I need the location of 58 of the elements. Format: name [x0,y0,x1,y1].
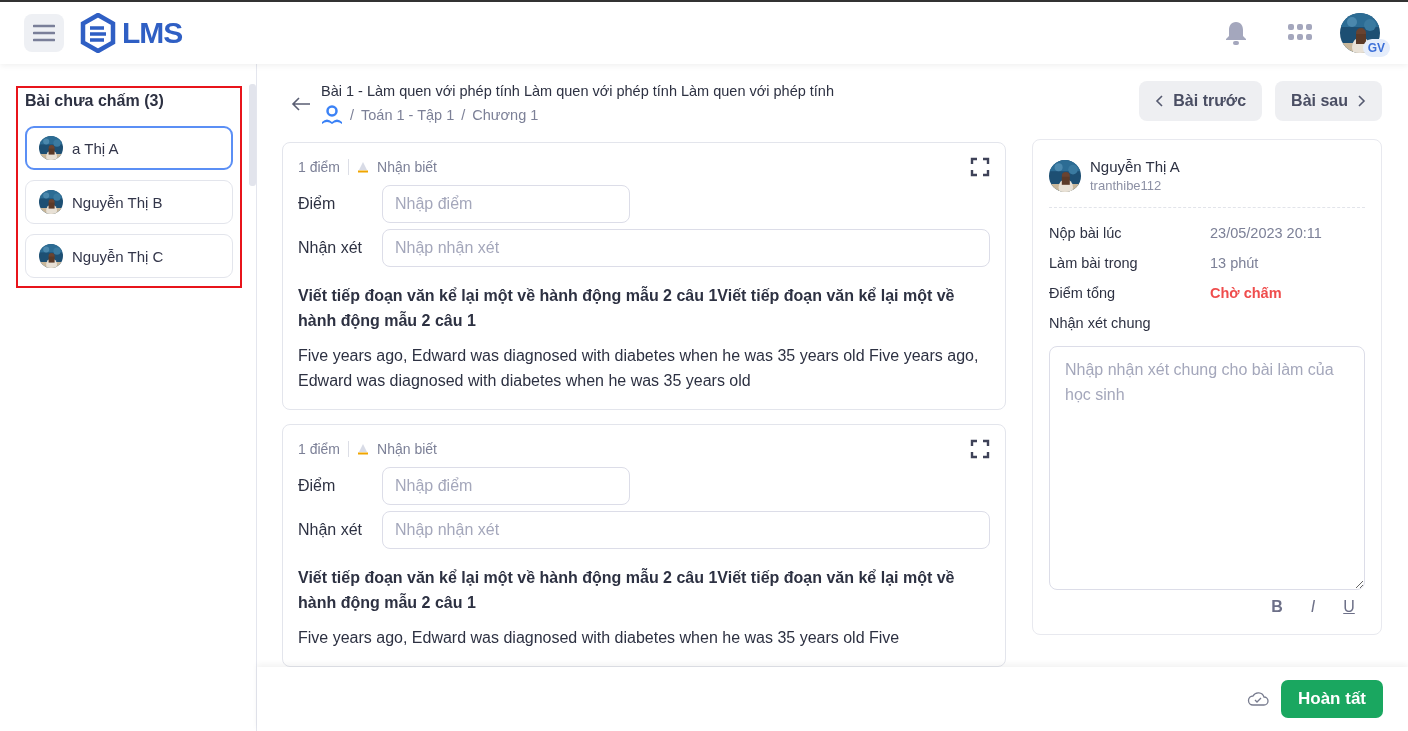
score-input[interactable]: Nhập điểm [382,467,630,505]
comment-input[interactable]: Nhập nhận xét [382,229,990,267]
chevron-left-icon [1155,94,1166,108]
role-badge: GV [1362,39,1390,57]
cloud-check-icon [1247,691,1269,707]
breadcrumb-separator: / [350,107,355,123]
menu-button[interactable] [24,14,64,52]
level-label: Nhận biết [377,441,437,457]
detail-label: Làm bài trong [1049,255,1139,271]
general-comment-input[interactable]: Nhập nhận xét chung cho bài làm của học sinh [1049,346,1365,590]
breadcrumb-separator: / [461,107,466,123]
logo-icon [80,13,116,53]
comment-label: Nhận xét [298,521,364,539]
finish-button[interactable]: Hoàn tất [1281,680,1383,718]
score-label: Điểm [298,477,337,495]
next-button[interactable]: Bài sau [1275,81,1382,121]
student-name: Nguyễn Thị A [1090,158,1180,175]
fullscreen-icon[interactable] [970,157,990,177]
comment-label: Nhận xét [298,239,364,257]
comment-input[interactable]: Nhập nhận xét [382,511,990,549]
detail-label: Điểm tổng [1049,285,1117,301]
bell-icon[interactable] [1224,20,1248,46]
format-button[interactable]: I [1301,596,1325,618]
score-input[interactable]: Nhập điểm [382,185,630,223]
apps-grid-icon[interactable] [1288,24,1312,42]
breadcrumb-item[interactable]: Toán 1 - Tập 1 [361,107,455,123]
logo-text: LMS [122,16,183,50]
student-item[interactable]: Nguyễn Thị C [25,234,233,278]
question-text: Viết tiếp đoạn văn kể lại một về hành động mẫu 2 câu 1Viết tiếp đoạn văn kể lại một về hành động mẫu 2 câu 1 [298,567,956,613]
student-item[interactable]: Nguyễn Thị B [25,180,233,224]
sidebar-title: Bài chưa chấm (3) [25,92,165,110]
answer-text: Five years ago, Edward was diagnosed with diabetes when he was 35 years old Five years ago, Edward was diagnosed with diabetes when he was 35 years old [298,346,980,391]
detail-value: Chờ chấm [1210,285,1282,301]
format-button[interactable]: U [1337,596,1361,618]
detail-label: Nộp bài lúc [1049,225,1123,241]
points-label: 1 điểm [298,159,341,175]
student-item[interactable]: a Thị A [25,126,233,170]
level-icon [357,161,370,173]
teacher-icon [321,105,343,125]
detail-value: 23/05/2023 20:11 [1210,225,1322,241]
back-arrow-icon[interactable] [291,96,311,112]
question-text: Viết tiếp đoạn văn kể lại một về hành động mẫu 2 câu 1Viết tiếp đoạn văn kể lại một về hành động mẫu 2 câu 1 [298,285,956,331]
format-button[interactable]: B [1265,596,1289,618]
points-label: 1 điểm [298,441,341,457]
chevron-right-icon [1356,94,1366,108]
menu-icon [33,24,55,42]
fullscreen-icon[interactable] [970,439,990,459]
score-label: Điểm [298,195,337,213]
general-comment-label: Nhận xét chung [1049,314,1152,333]
level-icon [357,443,370,455]
previous-button[interactable]: Bài trước [1139,81,1263,121]
scrollbar[interactable] [249,84,256,186]
answer-text: Five years ago, Edward was diagnosed with diabetes when he was 35 years old Five [298,628,901,648]
student-username: tranthibe112 [1090,178,1163,193]
breadcrumb-item[interactable]: Chương 1 [472,107,539,123]
lesson-title: Bài 1 - Làm quen với phép tính Làm quen với phép tính Làm quen với phép tính [321,83,834,99]
level-label: Nhận biết [377,159,437,175]
detail-value: 13 phút [1210,255,1259,271]
